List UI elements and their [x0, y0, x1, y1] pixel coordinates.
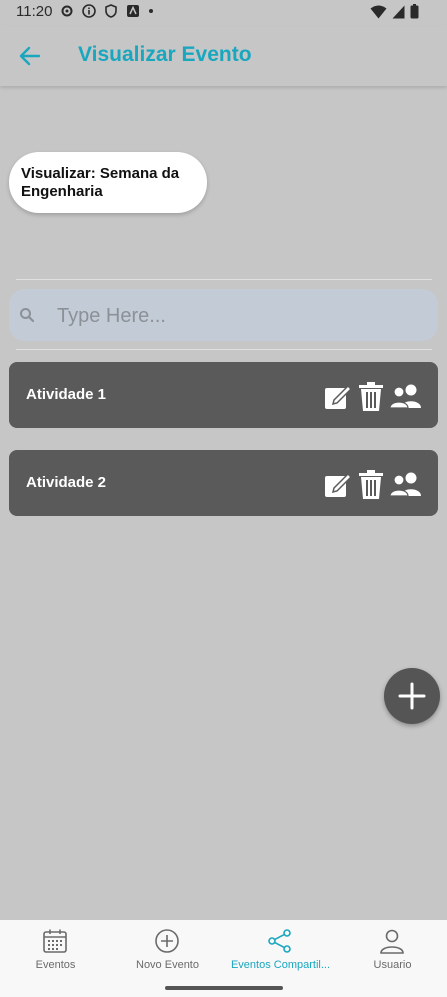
nav-label: Eventos Compartil... [230, 959, 331, 971]
trash-icon[interactable] [358, 470, 384, 505]
share-icon [268, 929, 291, 953]
dot-icon [149, 9, 153, 13]
cell-signal-icon [392, 5, 405, 18]
edit-icon[interactable] [324, 383, 353, 416]
add-activity-button[interactable] [384, 668, 440, 724]
search-bar[interactable] [9, 289, 438, 341]
info-icon [82, 4, 96, 18]
app-notification-icon [127, 5, 139, 17]
activity-card[interactable]: Atividade 2 [9, 450, 438, 516]
add-circle-icon [155, 929, 179, 953]
activity-label: Atividade 2 [26, 474, 107, 491]
edit-icon[interactable] [324, 471, 353, 504]
activity-label: Atividade 1 [26, 386, 107, 403]
user-icon [380, 929, 404, 954]
nav-label: Novo Evento [136, 959, 199, 971]
nav-item-eventos-compartilhados[interactable]: Eventos Compartil... [225, 920, 336, 980]
app-bar: Visualizar Evento [0, 26, 447, 86]
divider [16, 349, 432, 350]
activity-actions [324, 470, 422, 505]
status-time: 11:20 [16, 3, 53, 20]
search-input[interactable] [55, 301, 419, 331]
nav-item-novo-evento[interactable]: Novo Evento [112, 920, 223, 980]
event-title-chip: Visualizar: Semana da Engenharia [9, 152, 207, 213]
nav-label: Usuario [373, 959, 412, 971]
shield-icon [105, 4, 117, 18]
nav-item-eventos[interactable]: Eventos [0, 920, 111, 980]
calendar-icon [43, 929, 67, 953]
activity-actions [324, 382, 422, 417]
back-arrow-icon[interactable] [16, 42, 44, 70]
home-indicator[interactable] [165, 986, 283, 990]
participants-icon[interactable] [389, 472, 422, 503]
participants-icon[interactable] [389, 384, 422, 415]
page-title: Visualizar Evento [78, 43, 252, 66]
plus-icon [398, 682, 426, 710]
nav-item-usuario[interactable]: Usuario [337, 920, 447, 980]
battery-icon [410, 4, 419, 19]
search-icon [20, 308, 35, 323]
settings-icon [61, 5, 73, 17]
trash-icon[interactable] [358, 382, 384, 417]
divider [16, 279, 432, 280]
nav-label: Eventos [35, 959, 76, 971]
status-notification-icons [60, 4, 154, 18]
activity-card[interactable]: Atividade 1 [9, 362, 438, 428]
status-system-icons [370, 4, 419, 19]
status-bar: 11:20 [0, 0, 447, 26]
wifi-icon [370, 5, 387, 18]
